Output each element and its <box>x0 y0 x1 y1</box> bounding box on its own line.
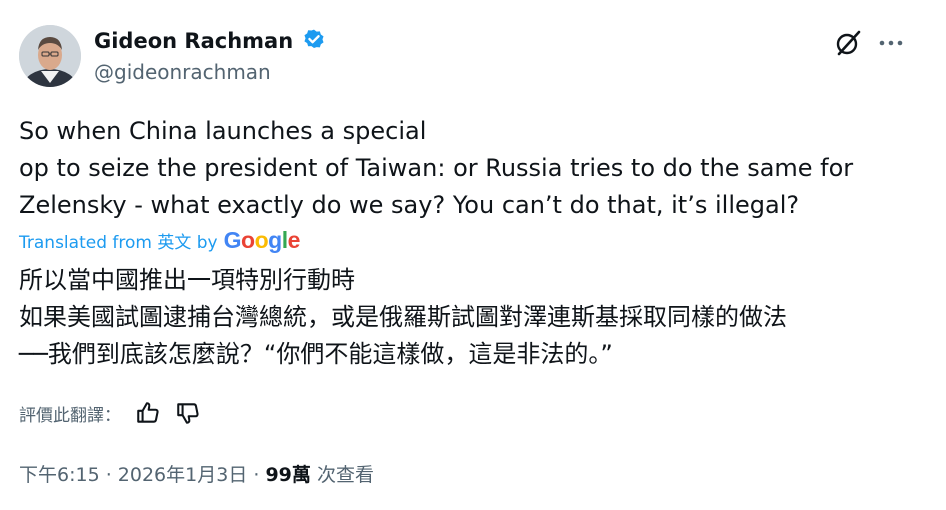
rate-translation-label: 評價此翻譯： <box>19 405 121 426</box>
tweet-text: So when China launches a special op to s… <box>19 113 919 224</box>
thumbs-down-icon[interactable] <box>175 400 201 426</box>
translated-text: 所以當中國推出一項特別行動時 如果美國試圖逮捕台灣總統，或是俄羅斯試圖對澤連斯基… <box>19 262 929 373</box>
translated-text-line: ──我們到底該怎麼說？“你們不能這樣做，這是非法的。” <box>19 340 613 368</box>
google-logo: Google <box>223 227 301 253</box>
translation-attribution[interactable]: Translated from 英文 by Google <box>19 227 300 254</box>
avatar-photo <box>19 25 81 87</box>
author-name-row[interactable]: Gideon Rachman <box>94 28 327 54</box>
more-options-icon[interactable] <box>876 33 906 53</box>
translated-from-label[interactable]: Translated from 英文 by <box>19 228 218 253</box>
meta-separator: · <box>99 464 118 486</box>
tweet-meta: 下午6:15 · 2026年1月3日 · 99萬 次查看 <box>19 460 374 487</box>
rate-translation: 評價此翻譯： <box>19 400 201 426</box>
tweet-text-line: op to seize the president of Taiwan: or … <box>19 154 854 182</box>
meta-separator: · <box>247 464 266 486</box>
tweet-time[interactable]: 下午6:15 <box>19 464 100 486</box>
view-count: 99萬 <box>265 464 311 486</box>
tweet-date[interactable]: 2026年1月3日 <box>118 464 248 486</box>
author-name[interactable]: Gideon Rachman <box>94 29 293 53</box>
tweet-text-line: So when China launches a special <box>19 117 427 145</box>
verified-badge-icon <box>304 29 324 49</box>
avatar[interactable] <box>19 25 81 87</box>
thumbs-up-icon[interactable] <box>135 400 161 426</box>
grok-icon[interactable] <box>834 29 862 57</box>
tweet-text-line: Zelensky - what exactly do we say? You c… <box>19 191 800 219</box>
translated-text-line: 所以當中國推出一項特別行動時 <box>19 266 355 294</box>
translated-text-line: 如果美國試圖逮捕台灣總統，或是俄羅斯試圖對澤連斯基採取同樣的做法 <box>19 303 787 331</box>
author-handle[interactable]: @gideonrachman <box>94 60 271 84</box>
view-count-label: 次查看 <box>310 464 374 486</box>
